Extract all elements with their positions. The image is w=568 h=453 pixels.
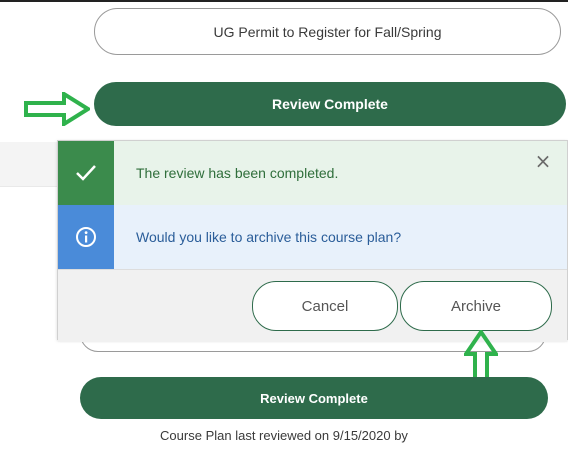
annotation-arrow-up-icon	[464, 330, 498, 382]
info-message: Would you like to archive this course pl…	[136, 229, 402, 245]
archive-dialog: The review has been completed. × Would y…	[57, 140, 568, 342]
last-reviewed-text: Course Plan last reviewed on 9/15/2020 b…	[160, 428, 408, 443]
success-message: The review has been completed.	[136, 165, 339, 181]
top-divider	[0, 0, 568, 2]
close-button[interactable]: ×	[533, 149, 553, 173]
archive-button[interactable]: Archive	[400, 281, 552, 331]
info-icon-box	[58, 205, 114, 269]
cancel-button[interactable]: Cancel	[252, 281, 398, 331]
success-icon-box	[58, 141, 114, 205]
review-complete-bottom-button[interactable]: Review Complete	[80, 377, 548, 419]
annotation-arrow-right-icon	[24, 92, 90, 126]
ug-permit-button[interactable]: UG Permit to Register for Fall/Spring	[94, 8, 561, 55]
info-alert: Would you like to archive this course pl…	[58, 205, 567, 269]
check-icon	[76, 165, 96, 181]
success-alert: The review has been completed. ×	[58, 141, 567, 205]
review-complete-top-button[interactable]: Review Complete	[94, 82, 566, 126]
info-icon	[76, 227, 96, 247]
